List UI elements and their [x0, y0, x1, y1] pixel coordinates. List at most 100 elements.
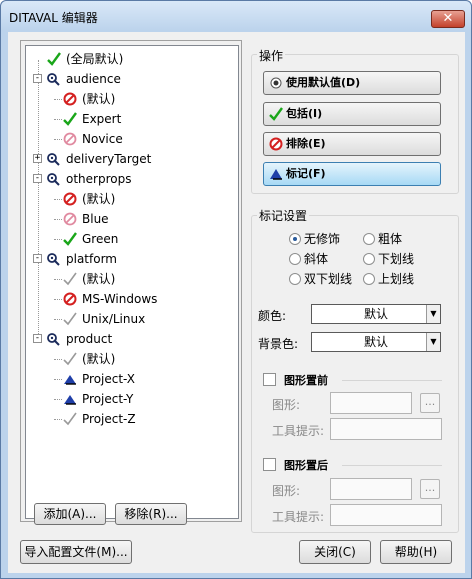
tree-item-label: (默认) [82, 92, 116, 106]
tree-item[interactable]: Expert [26, 110, 236, 128]
radio-label: 粗体 [378, 232, 403, 246]
exclude-icon [62, 191, 78, 207]
tree-item[interactable]: Blue [26, 210, 236, 228]
tree-item[interactable]: Project-Y [26, 390, 236, 408]
tree-item[interactable]: - platform [26, 250, 236, 268]
tree-item[interactable]: (默认) [26, 350, 236, 368]
collapse-icon[interactable]: - [33, 334, 42, 343]
tree-item-label: audience [66, 72, 121, 86]
image-after-image-field[interactable] [330, 478, 412, 500]
tree-item-label: otherprops [66, 172, 132, 186]
radio-button[interactable] [289, 233, 301, 245]
radio-button[interactable] [363, 273, 375, 285]
radio-button[interactable] [289, 273, 301, 285]
radio-no-style[interactable]: 无修饰 [289, 230, 340, 247]
image-before-image-label: 图形: [272, 398, 301, 412]
check-icon [62, 111, 78, 127]
tree-branch-line [54, 199, 62, 200]
window-title: DITAVAL 编辑器 [9, 11, 98, 25]
flag-button[interactable]: 标记(F) [263, 162, 441, 186]
exclude-button[interactable]: 排除(E) [263, 132, 441, 156]
tree-branch-line [54, 299, 62, 300]
expand-icon[interactable]: + [33, 154, 42, 163]
tree-item[interactable]: (默认) [26, 190, 236, 208]
collapse-icon[interactable]: - [33, 174, 42, 183]
chevron-down-icon[interactable]: ▼ [426, 333, 440, 351]
attribute-icon [46, 151, 62, 167]
tree-branch-line [54, 119, 62, 120]
radio-double-underline[interactable]: 双下划线 [289, 270, 352, 287]
radio-button[interactable] [289, 253, 301, 265]
tree-item[interactable]: Novice [26, 130, 236, 148]
tree-item[interactable]: Unix/Linux [26, 310, 236, 328]
tree-item[interactable]: (全局默认) [26, 50, 236, 68]
help-button[interactable]: 帮助(H) [380, 540, 452, 564]
tree-item[interactable]: MS-Windows [26, 290, 236, 308]
tree-item[interactable]: - product [26, 330, 236, 348]
image-after-tooltip-label: 工具提示: [272, 510, 325, 524]
tree-item[interactable]: Green [26, 230, 236, 248]
remove-button[interactable]: 移除(R)... [115, 503, 187, 525]
color-select-value: 默认 [363, 307, 388, 321]
import-profile-button[interactable]: 导入配置文件(M)... [20, 540, 132, 564]
tree-item[interactable]: - audience [26, 70, 236, 88]
close-window-button[interactable]: ✕ [431, 10, 465, 28]
tree-branch-line [54, 359, 62, 360]
color-select[interactable]: 默认 ▼ [311, 304, 441, 324]
radio-label: 双下划线 [304, 272, 353, 286]
background-color-label: 背景色: [258, 337, 299, 351]
tree-panel: (全局默认) - audience (默认) Expert Novice + delivery… [20, 40, 242, 522]
background-color-select[interactable]: 默认 ▼ [311, 332, 441, 352]
tree-item[interactable]: - otherprops [26, 170, 236, 188]
image-before-label: 图形置前 [284, 374, 328, 387]
tree-item[interactable]: Project-X [26, 370, 236, 388]
tree-item-label: deliveryTarget [66, 152, 152, 166]
image-before-image-field[interactable] [330, 392, 412, 414]
tree-item[interactable]: Project-Z [26, 410, 236, 428]
exclude-faded-icon [62, 131, 78, 147]
tree-item[interactable]: + deliveryTarget [26, 150, 236, 168]
use-default-button[interactable]: 使用默认值(D) [263, 71, 441, 95]
check-icon [268, 106, 284, 122]
close-button[interactable]: 关闭(C) [299, 540, 371, 564]
image-after-label: 图形置后 [284, 459, 328, 472]
add-button[interactable]: 添加(A)... [34, 503, 106, 525]
collapse-icon[interactable]: - [33, 74, 42, 83]
tree-item-label: Novice [82, 132, 123, 146]
exclude-faded-icon [62, 211, 78, 227]
tree-item[interactable]: (默认) [26, 270, 236, 288]
tree-item-label: platform [66, 252, 117, 266]
collapse-icon[interactable]: - [33, 254, 42, 263]
chevron-down-icon[interactable]: ▼ [426, 305, 440, 323]
include-button[interactable]: 包括(I) [263, 102, 441, 126]
separator [342, 465, 442, 466]
radio-italic[interactable]: 斜体 [289, 250, 328, 267]
image-before-tooltip-field[interactable] [330, 418, 442, 440]
tree-item-label: product [66, 332, 113, 346]
check-icon [62, 231, 78, 247]
check-faded-icon [62, 411, 78, 427]
image-before-checkbox[interactable] [263, 373, 276, 386]
radio-underline[interactable]: 下划线 [363, 250, 414, 267]
tree-item-label: (默认) [82, 352, 116, 366]
tree-item[interactable]: (默认) [26, 90, 236, 108]
flag-label: 标记(F) [286, 167, 326, 180]
tree-branch-line [54, 279, 62, 280]
image-after-checkbox[interactable] [263, 458, 276, 471]
check-icon [46, 51, 62, 67]
tree-item-label: Project-Z [82, 412, 136, 426]
radio-overline[interactable]: 上划线 [363, 270, 414, 287]
tree-branch-line [54, 419, 62, 420]
radio-bold[interactable]: 粗体 [363, 230, 402, 247]
tree-branch-line [54, 139, 62, 140]
image-after-browse-button[interactable]: ... [420, 479, 440, 499]
radio-label: 无修饰 [304, 232, 341, 246]
radio-button[interactable] [363, 233, 375, 245]
flag-icon [62, 391, 78, 407]
radio-button[interactable] [363, 253, 375, 265]
include-label: 包括(I) [286, 107, 323, 120]
image-before-browse-button[interactable]: ... [420, 393, 440, 413]
conditions-tree[interactable]: (全局默认) - audience (默认) Expert Novice + delivery… [25, 45, 239, 519]
tree-item-label: (默认) [82, 192, 116, 206]
image-after-tooltip-field[interactable] [330, 504, 442, 526]
